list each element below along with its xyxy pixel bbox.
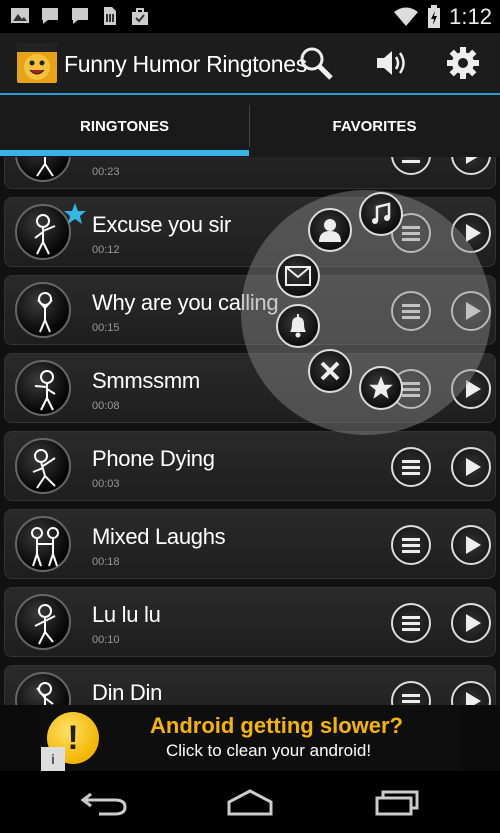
stickfigure-avatar — [15, 157, 71, 182]
favorite-star-icon — [64, 203, 86, 224]
set-ringtone-button[interactable] — [359, 192, 403, 236]
add-favorite-button[interactable] — [359, 366, 403, 410]
search-icon — [300, 47, 333, 80]
wifi-icon — [394, 7, 419, 26]
list-item[interactable]: Din Din — [4, 665, 496, 705]
info-icon: i — [51, 751, 55, 767]
volume-button[interactable] — [374, 45, 410, 81]
ringtone-title: Din Din — [92, 680, 163, 705]
play-icon — [466, 692, 481, 705]
stickfigure-avatar — [15, 672, 71, 705]
recents-icon — [375, 790, 419, 816]
options-button[interactable] — [391, 157, 431, 175]
set-notification-button[interactable] — [276, 254, 320, 298]
volume-icon — [377, 51, 405, 75]
sim-icon — [104, 7, 116, 25]
ringtone-title: Phone Dying — [92, 446, 215, 471]
ringtone-title: Lu lu lu — [92, 602, 161, 627]
home-icon — [227, 789, 273, 816]
play-icon — [466, 458, 481, 476]
action-bar: Funny Humor Ringtones — [0, 33, 500, 93]
battery-icon — [428, 5, 441, 28]
set-alarm-button[interactable] — [276, 304, 320, 348]
options-button[interactable] — [391, 681, 431, 705]
play-button[interactable] — [451, 603, 491, 643]
ringtone-duration: 00:12 — [92, 244, 120, 256]
close-menu-button[interactable] — [308, 349, 352, 393]
recents-button[interactable] — [366, 785, 426, 819]
back-icon — [80, 792, 127, 816]
chat-icon — [42, 8, 58, 24]
settings-icon — [447, 47, 479, 79]
clock: 1:12 — [449, 4, 492, 29]
set-contact-button[interactable] — [308, 208, 352, 252]
back-button[interactable] — [74, 785, 134, 819]
stickfigure-avatar — [15, 594, 71, 650]
list-item[interactable]: Phone Dying 00:03 — [4, 431, 496, 501]
ringtone-music-icon — [372, 202, 391, 224]
play-icon — [466, 157, 478, 164]
ringtone-duration: 00:18 — [92, 556, 120, 568]
menu-icon — [402, 160, 420, 163]
ad-headline: Android getting slower? — [150, 713, 403, 738]
alarm-bell-icon — [290, 314, 306, 338]
menu-icon — [402, 616, 420, 631]
settings-button[interactable] — [445, 45, 481, 81]
stickfigure-avatar — [15, 438, 71, 494]
options-button[interactable] — [391, 447, 431, 487]
play-icon — [466, 614, 481, 632]
contact-icon — [319, 219, 341, 242]
menu-icon — [402, 460, 420, 475]
tab-ringtones[interactable]: RINGTONES — [0, 95, 249, 157]
play-icon — [466, 536, 481, 554]
ringtone-title: Smmssmm — [92, 368, 200, 393]
ad-info-button[interactable]: i — [41, 747, 65, 771]
menu-icon — [402, 538, 420, 553]
navigation-bar — [0, 771, 500, 833]
play-button[interactable] — [451, 157, 491, 175]
favorite-star-icon — [369, 376, 393, 399]
play-button[interactable] — [451, 681, 491, 705]
stickfigure-avatar — [15, 360, 71, 416]
ringtone-title: Excuse you sir — [92, 212, 231, 237]
ringtone-duration: 00:03 — [92, 478, 120, 490]
ringtone-title: Mixed Laughs — [92, 524, 226, 549]
list-item[interactable]: 00:23 — [4, 157, 496, 189]
bag-icon — [132, 8, 148, 25]
play-button[interactable] — [451, 447, 491, 487]
tab-favorites[interactable]: FAVORITES — [250, 95, 499, 157]
status-bar: 1:12 — [0, 0, 500, 33]
chat-icon — [72, 8, 88, 24]
play-button[interactable] — [451, 525, 491, 565]
options-button[interactable] — [391, 603, 431, 643]
tab-bar: RINGTONES FAVORITES — [0, 95, 500, 157]
ad-banner[interactable]: ! Android getting slower? Click to clean… — [40, 705, 460, 771]
stickfigure-avatar — [15, 282, 71, 338]
message-icon — [285, 266, 311, 286]
app-title: Funny Humor Ringtones — [64, 51, 307, 77]
list-item[interactable]: Mixed Laughs 00:18 — [4, 509, 496, 579]
list-item[interactable]: Lu lu lu 00:10 — [4, 587, 496, 657]
ringtone-duration: 00:10 — [92, 634, 120, 646]
close-icon — [320, 361, 340, 381]
home-button[interactable] — [220, 785, 280, 819]
ringtone-duration: 00:23 — [92, 166, 120, 178]
app-logo-icon — [17, 43, 57, 83]
ringtone-duration: 00:08 — [92, 400, 120, 412]
options-button[interactable] — [391, 525, 431, 565]
stickfigure-avatar — [15, 516, 71, 572]
ad-subtext: Click to clean your android! — [166, 741, 372, 760]
image-icon — [11, 8, 29, 23]
tab-indicator — [0, 150, 249, 156]
search-button[interactable] — [298, 45, 334, 81]
menu-icon — [402, 694, 420, 703]
ringtone-duration: 00:15 — [92, 322, 120, 334]
